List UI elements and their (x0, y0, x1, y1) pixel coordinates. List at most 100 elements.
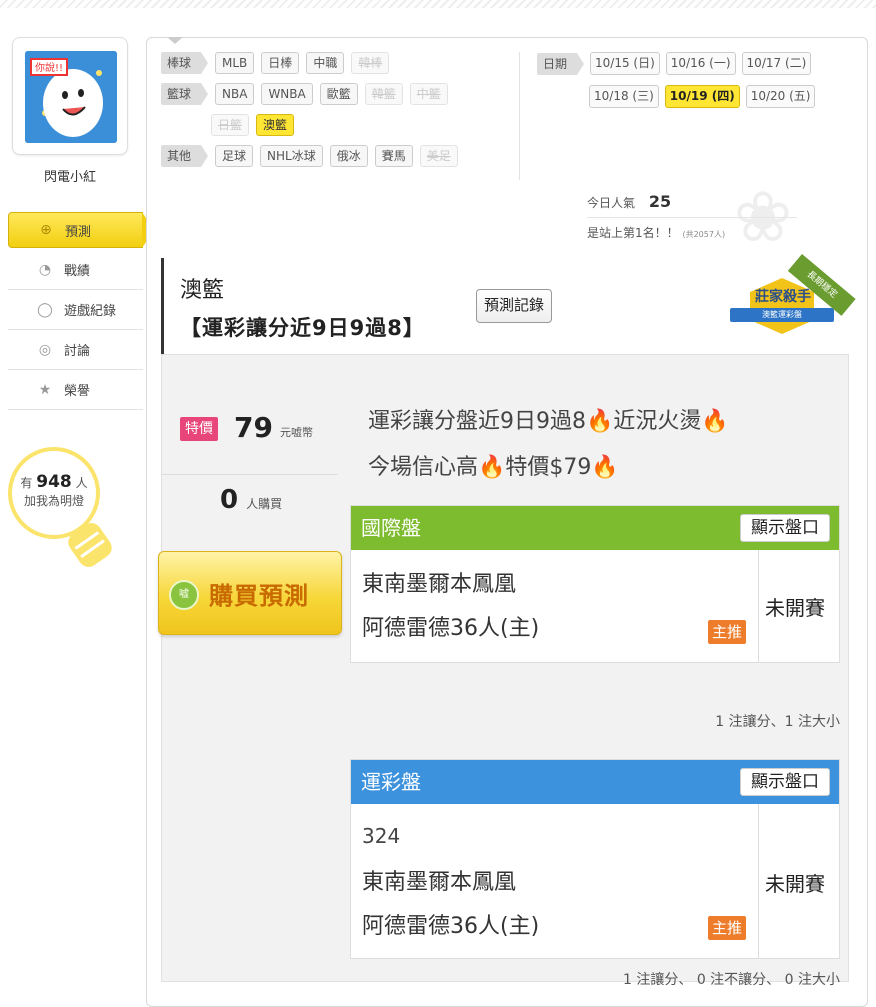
filter-kbo: 韓棒 (351, 52, 390, 74)
price-value: 79 (234, 411, 273, 444)
sports-lottery-line-card: 運彩盤 顯示盤口 324 東南墨爾本鳳凰 阿德雷德36人(主) 主推 未開賽 (350, 759, 840, 959)
buy-prediction-label: 購買預測 (209, 582, 309, 610)
buyers-unit: 人購買 (246, 497, 283, 511)
article-header: 澳籃 【運彩讓分近9日9過8】 預測記錄 莊家殺手 澳籃運彩盤 長期穩定 (161, 254, 856, 354)
nav-label: 戰績 (64, 264, 91, 279)
filter-korea-basketball: 韓籃 (364, 83, 403, 105)
filter-mlb[interactable]: MLB (215, 52, 255, 74)
game-status: 未開賽 (765, 872, 825, 896)
username[interactable]: 閃電小紅 (8, 166, 132, 185)
matchup-cell: 324 東南墨爾本鳳凰 阿德雷德36人(主) 主推 (351, 804, 759, 958)
buyers-number: 0 (220, 485, 239, 515)
main-panel: 棒球 MLB 日棒 中職 韓棒 籃球 NBA WNBA 歐籃 韓籃 中籃 日籃 … (146, 37, 868, 1007)
prediction-description: 運彩讓分盤近9日9過8🔥近況火燙🔥 今場信心高🔥特價$79🔥 (368, 399, 729, 491)
popularity-rank: 是站上第1名！！ (共2057人) (587, 224, 817, 241)
sports-lottery-line-body: 324 東南墨爾本鳳凰 阿德雷德36人(主) 主推 未開賽 (351, 804, 839, 958)
nav-item-prediction[interactable]: ⊕ 預測 (8, 212, 154, 248)
filter-row-baseball: 棒球 MLB 日棒 中職 韓棒 (161, 52, 521, 74)
show-line-button[interactable]: 顯示盤口 (740, 514, 830, 542)
filter-american-football: 美足 (419, 145, 458, 167)
main-pick-tag: 主推 (707, 620, 746, 644)
date-1015[interactable]: 10/15 (日) (590, 52, 660, 75)
nav-item-discussion[interactable]: ◎ 討論 (8, 330, 143, 370)
special-price-tag: 特價 (180, 417, 218, 441)
nav-label: 榮譽 (64, 384, 91, 399)
chat-icon: ◎ (38, 341, 52, 358)
filter-row-basketball: 籃球 NBA WNBA 歐籃 韓籃 中籃 (161, 83, 521, 105)
filter-category-other: 其他 (161, 145, 209, 167)
date-category: 日期 (537, 52, 585, 75)
international-line-body: 東南墨爾本鳳凰 阿德雷德36人(主) 主推 未開賽 (351, 550, 839, 662)
nav-item-record[interactable]: ◔ 戰績 (8, 250, 143, 290)
filter-wnba[interactable]: WNBA (261, 83, 313, 105)
filter-cpbl[interactable]: 中職 (306, 52, 345, 74)
date-1019[interactable]: 10/19 (四) (664, 85, 740, 108)
rank-text: 是站上第1名！！ (587, 226, 679, 240)
home-team: 阿德雷德36人(主) (362, 616, 540, 641)
game-status: 未開賽 (765, 596, 825, 620)
nav-label: 討論 (64, 344, 91, 359)
date-1016[interactable]: 10/16 (一) (665, 52, 736, 75)
badge-sub: 澳籃運彩盤 (730, 308, 834, 322)
filter-row-other: 其他 足球 NHL冰球 俄冰 賽馬 美足 (161, 145, 521, 167)
filter-npb[interactable]: 日棒 (261, 52, 300, 74)
away-team: 東南墨爾本鳳凰 (362, 870, 517, 895)
nav-item-honor[interactable]: ★ 榮譽 (8, 370, 143, 410)
game-number: 324 (362, 824, 401, 848)
show-line-button[interactable]: 顯示盤口 (740, 768, 830, 796)
article-title: 【運彩讓分近9日9過8】 (180, 316, 425, 340)
away-team: 東南墨爾本鳳凰 (362, 572, 517, 597)
main-pick-tag: 主推 (707, 916, 746, 940)
international-line-header: 國際盤 顯示盤口 (351, 506, 839, 550)
popularity: 今日人氣 25 是站上第1名！！ (共2057人) (587, 191, 817, 241)
sports-lottery-line-header: 運彩盤 顯示盤口 (351, 760, 839, 804)
circle-icon: ◯ (37, 301, 53, 318)
filter-divider (519, 52, 520, 180)
price-box: 特價 79 元嘘幣 (162, 395, 338, 475)
date-1020[interactable]: 10/20 (五) (745, 85, 816, 108)
sport-filters: 棒球 MLB 日棒 中職 韓棒 籃球 NBA WNBA 歐籃 韓籃 中籃 日籃 … (161, 52, 521, 176)
prediction-history-button[interactable]: 預測記錄 (476, 289, 553, 323)
date-row-1: 日期 10/15 (日) 10/16 (一) 10/17 (二) (537, 52, 837, 75)
filter-euro-basketball[interactable]: 歐籃 (319, 83, 358, 105)
popularity-label: 今日人氣 (587, 196, 636, 210)
buy-prediction-button[interactable]: 嘘 購買預測 (158, 551, 342, 635)
filter-category-baseball: 棒球 (161, 52, 209, 74)
matchup-cell: 東南墨爾本鳳凰 阿德雷德36人(主) 主推 (351, 550, 759, 662)
home-team: 阿德雷德36人(主) (362, 914, 540, 939)
filter-china-basketball: 中籃 (409, 83, 448, 105)
filter-australia-basketball[interactable]: 澳籃 (256, 114, 295, 136)
popularity-line: 今日人氣 25 (587, 191, 797, 218)
top-edge (0, 0, 876, 8)
date-1018[interactable]: 10/18 (三) (589, 85, 659, 108)
buyers-count: 0 人購買 (220, 485, 282, 515)
date-row-2: 10/18 (三) 10/19 (四) 10/20 (五) (537, 85, 837, 108)
filter-soccer[interactable]: 足球 (215, 145, 254, 167)
avatar[interactable]: 你說!! (12, 37, 128, 155)
left-nav: ⊕ 預測 ◔ 戰績 ◯ 遊戲紀錄 ◎ 討論 ★ 榮譽 (8, 212, 154, 410)
nav-item-game-log[interactable]: ◯ 遊戲紀錄 (8, 290, 143, 330)
filter-khl[interactable]: 俄冰 (329, 145, 368, 167)
panel-notch (167, 37, 183, 44)
prediction-body: 特價 79 元嘘幣 0 人購買 嘘 購買預測 運彩讓分盤近9日9過8🔥近況火燙🔥 … (158, 354, 849, 988)
avatar-cartoon-icon: 你說!! (25, 51, 117, 143)
fans-count: 948 (36, 472, 72, 492)
avatar-image: 你說!! (25, 51, 117, 143)
date-1017[interactable]: 10/17 (二) (741, 52, 812, 75)
price-unit: 元嘘幣 (280, 426, 313, 439)
international-line-card: 國際盤 顯示盤口 東南墨爾本鳳凰 阿德雷德36人(主) 主推 未開賽 (350, 505, 840, 663)
filter-horse-racing[interactable]: 賽馬 (374, 145, 413, 167)
fans-unit: 人 (75, 476, 88, 490)
date-filters: 日期 10/15 (日) 10/16 (一) 10/17 (二) 10/18 (… (537, 52, 837, 118)
filter-nba[interactable]: NBA (215, 83, 255, 105)
filter-category-basketball: 籃球 (161, 83, 209, 105)
international-line-title: 國際盤 (361, 516, 421, 540)
filter-row-basketball-2: 日籃 澳籃 (161, 114, 521, 136)
popularity-value: 25 (648, 192, 672, 211)
international-bet-summary: 1 注讓分、1 注大小 (715, 714, 840, 730)
medal-icon: ★ (38, 381, 52, 398)
description-line-1: 運彩讓分盤近9日9過8🔥近況火燙🔥 (368, 409, 729, 434)
filter-nhl[interactable]: NHL冰球 (260, 145, 323, 167)
fans-suffix: 加我為明燈 (23, 494, 84, 508)
nav-label: 遊戲紀錄 (64, 304, 117, 319)
